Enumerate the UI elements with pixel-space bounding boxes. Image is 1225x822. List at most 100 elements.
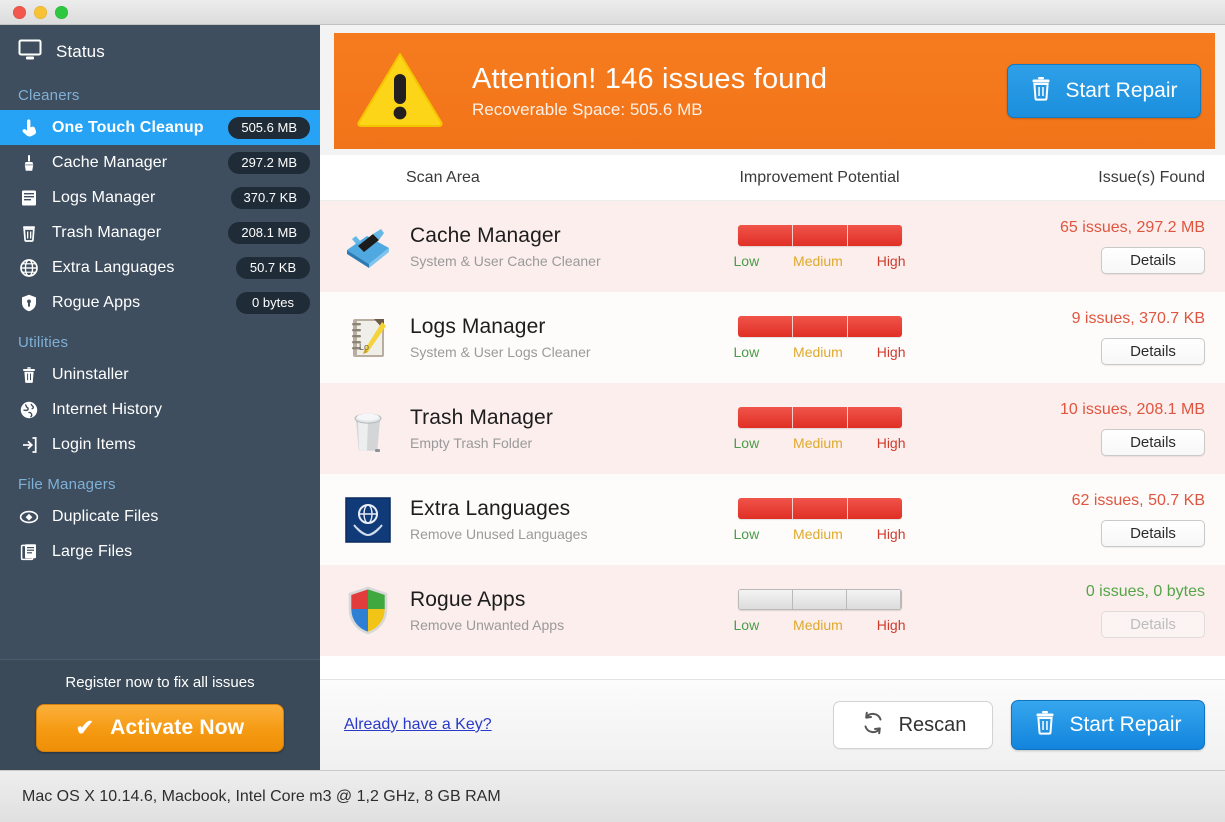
issues-found-text: 62 issues, 50.7 KB	[1071, 492, 1205, 509]
sidebar-item-label: Login Items	[52, 435, 136, 453]
meter-segment-low	[737, 315, 793, 337]
meter-segment-medium	[792, 406, 848, 428]
sidebar-item-duplicate-files[interactable]: Duplicate Files	[0, 499, 320, 534]
row-scan-area: Trash Manager Empty Trash Folder	[320, 403, 700, 455]
column-header-scan-area: Scan Area	[406, 168, 480, 186]
meter-segment-high	[846, 589, 901, 609]
meter-label-medium: Medium	[793, 525, 843, 542]
details-button[interactable]: Details	[1101, 247, 1205, 274]
meter-segment-high	[847, 315, 902, 337]
warning-triangle-icon	[356, 50, 444, 133]
minimize-button[interactable]	[34, 5, 47, 19]
monitor-icon	[18, 39, 42, 66]
rescan-label: Rescan	[898, 713, 967, 736]
hand-touch-icon	[18, 117, 40, 139]
row-issues: 0 issues, 0 bytes Details	[975, 583, 1205, 638]
meter-label-medium: Medium	[793, 252, 843, 269]
sidebar-item-badge: 0 bytes	[236, 291, 310, 314]
scan-results-list: Cache Manager System & User Cache Cleane…	[320, 201, 1225, 679]
meter-labels: Low Medium High	[734, 435, 906, 451]
improvement-meter	[737, 497, 902, 519]
maximize-button[interactable]	[55, 5, 68, 19]
color-shield-icon	[342, 585, 394, 637]
sidebar-footer: Register now to fix all issues ✔ Activat…	[0, 659, 320, 770]
sidebar-item-login-items[interactable]: Login Items	[0, 427, 320, 462]
already-have-key-link[interactable]: Already have a Key?	[344, 716, 492, 734]
row-issues: 65 issues, 297.2 MB Details	[975, 219, 1205, 274]
sidebar-item-label: One Touch Cleanup	[52, 118, 204, 136]
start-repair-button[interactable]: Start Repair	[1011, 700, 1205, 750]
meter-segment-low	[737, 406, 793, 428]
sidebar-item-badge: 370.7 KB	[230, 186, 310, 209]
table-row[interactable]: Lo Logs Manager System & User Logs Clean…	[320, 292, 1225, 383]
sidebar: Status Cleaners One Touch Cleanup 505.6 …	[0, 25, 320, 770]
row-title: Rogue Apps	[410, 588, 526, 611]
meter-label-medium: Medium	[793, 616, 843, 633]
activate-now-button[interactable]: ✔ Activate Now	[36, 704, 284, 752]
sidebar-item-one-touch-cleanup[interactable]: One Touch Cleanup 505.6 MB	[0, 110, 320, 145]
row-text-block: Rogue Apps Remove Unwanted Apps	[410, 588, 564, 633]
row-text-block: Extra Languages Remove Unused Languages	[410, 497, 587, 542]
sidebar-item-label: Duplicate Files	[52, 507, 159, 525]
sidebar-item-badge: 505.6 MB	[228, 116, 310, 139]
table-row[interactable]: Rogue Apps Remove Unwanted Apps Low Medi…	[320, 565, 1225, 656]
start-repair-button-top[interactable]: Start Repair	[1007, 64, 1201, 118]
row-improvement: Low Medium High	[700, 315, 975, 360]
start-repair-label: Start Repair	[1069, 713, 1182, 736]
sidebar-item-label: Trash Manager	[52, 223, 162, 241]
globe-browser-icon	[18, 399, 40, 421]
details-button[interactable]: Details	[1101, 338, 1205, 365]
alert-subline: Recoverable Space: 505.6 MB	[472, 99, 703, 119]
row-issues: 9 issues, 370.7 KB Details	[975, 310, 1205, 365]
details-button[interactable]: Details	[1101, 429, 1205, 456]
meter-segment-medium	[792, 497, 848, 519]
sidebar-item-label: Internet History	[52, 400, 163, 418]
row-scan-area: Cache Manager System & User Cache Cleane…	[320, 221, 700, 273]
meter-segment-high	[847, 497, 902, 519]
sidebar-scroll: Status Cleaners One Touch Cleanup 505.6 …	[0, 25, 320, 659]
sidebar-item-internet-history[interactable]: Internet History	[0, 392, 320, 427]
table-row[interactable]: Cache Manager System & User Cache Cleane…	[320, 201, 1225, 292]
sidebar-item-status[interactable]: Status	[0, 31, 320, 73]
table-row[interactable]: Extra Languages Remove Unused Languages …	[320, 474, 1225, 565]
meter-segment-low	[737, 497, 793, 519]
svg-text:Lo: Lo	[359, 342, 369, 352]
column-header-issues: Issue(s) Found	[1098, 168, 1205, 186]
close-button[interactable]	[13, 5, 26, 19]
row-text-block: Logs Manager System & User Logs Cleaner	[410, 315, 591, 360]
trash-icon	[1030, 76, 1052, 107]
sidebar-item-large-files[interactable]: Large Files	[0, 534, 320, 569]
trash-can-icon	[18, 364, 40, 386]
refresh-icon	[860, 710, 886, 741]
meter-segment-low	[738, 589, 793, 609]
content-area: V MALWARETIPS Attention! 146 issues foun…	[320, 25, 1225, 770]
notebook-pencil-icon: Lo	[342, 312, 394, 364]
meter-label-low: Low	[733, 434, 760, 451]
rescan-button[interactable]: Rescan	[833, 701, 993, 749]
sidebar-item-cache-manager[interactable]: Cache Manager 297.2 MB	[0, 145, 320, 180]
row-subtitle: Remove Unwanted Apps	[410, 617, 565, 633]
sidebar-item-label: Cache Manager	[52, 153, 168, 171]
sidebar-item-uninstaller[interactable]: Uninstaller	[0, 357, 320, 392]
sidebar-item-badge: 50.7 KB	[236, 256, 310, 279]
meter-label-medium: Medium	[793, 434, 843, 451]
sidebar-item-trash-manager[interactable]: Trash Manager 208.1 MB	[0, 215, 320, 250]
sidebar-item-logs-manager[interactable]: Logs Manager 370.7 KB	[0, 180, 320, 215]
improvement-meter	[737, 406, 902, 428]
meter-label-low: Low	[733, 343, 760, 360]
sidebar-group-title-utilities: Utilities	[18, 334, 69, 351]
system-info-text: Mac OS X 10.14.6, Macbook, Intel Core m3…	[22, 787, 501, 805]
row-subtitle: System & User Cache Cleaner	[410, 253, 601, 269]
sidebar-item-rogue-apps[interactable]: Rogue Apps 0 bytes	[0, 285, 320, 320]
meter-label-low: Low	[733, 616, 760, 633]
row-subtitle: Empty Trash Folder	[410, 435, 533, 451]
row-text-block: Cache Manager System & User Cache Cleane…	[410, 224, 601, 269]
sidebar-group-title-cleaners: Cleaners	[18, 87, 80, 104]
main-body: Status Cleaners One Touch Cleanup 505.6 …	[0, 25, 1225, 770]
sidebar-item-extra-languages[interactable]: Extra Languages 50.7 KB	[0, 250, 320, 285]
sidebar-item-label: Uninstaller	[52, 365, 129, 383]
details-button[interactable]: Details	[1101, 520, 1205, 547]
checkmark-icon: ✔	[75, 715, 95, 740]
alert-banner: Attention! 146 issues found Recoverable …	[334, 33, 1215, 149]
table-row[interactable]: Trash Manager Empty Trash Folder Low Med…	[320, 383, 1225, 474]
